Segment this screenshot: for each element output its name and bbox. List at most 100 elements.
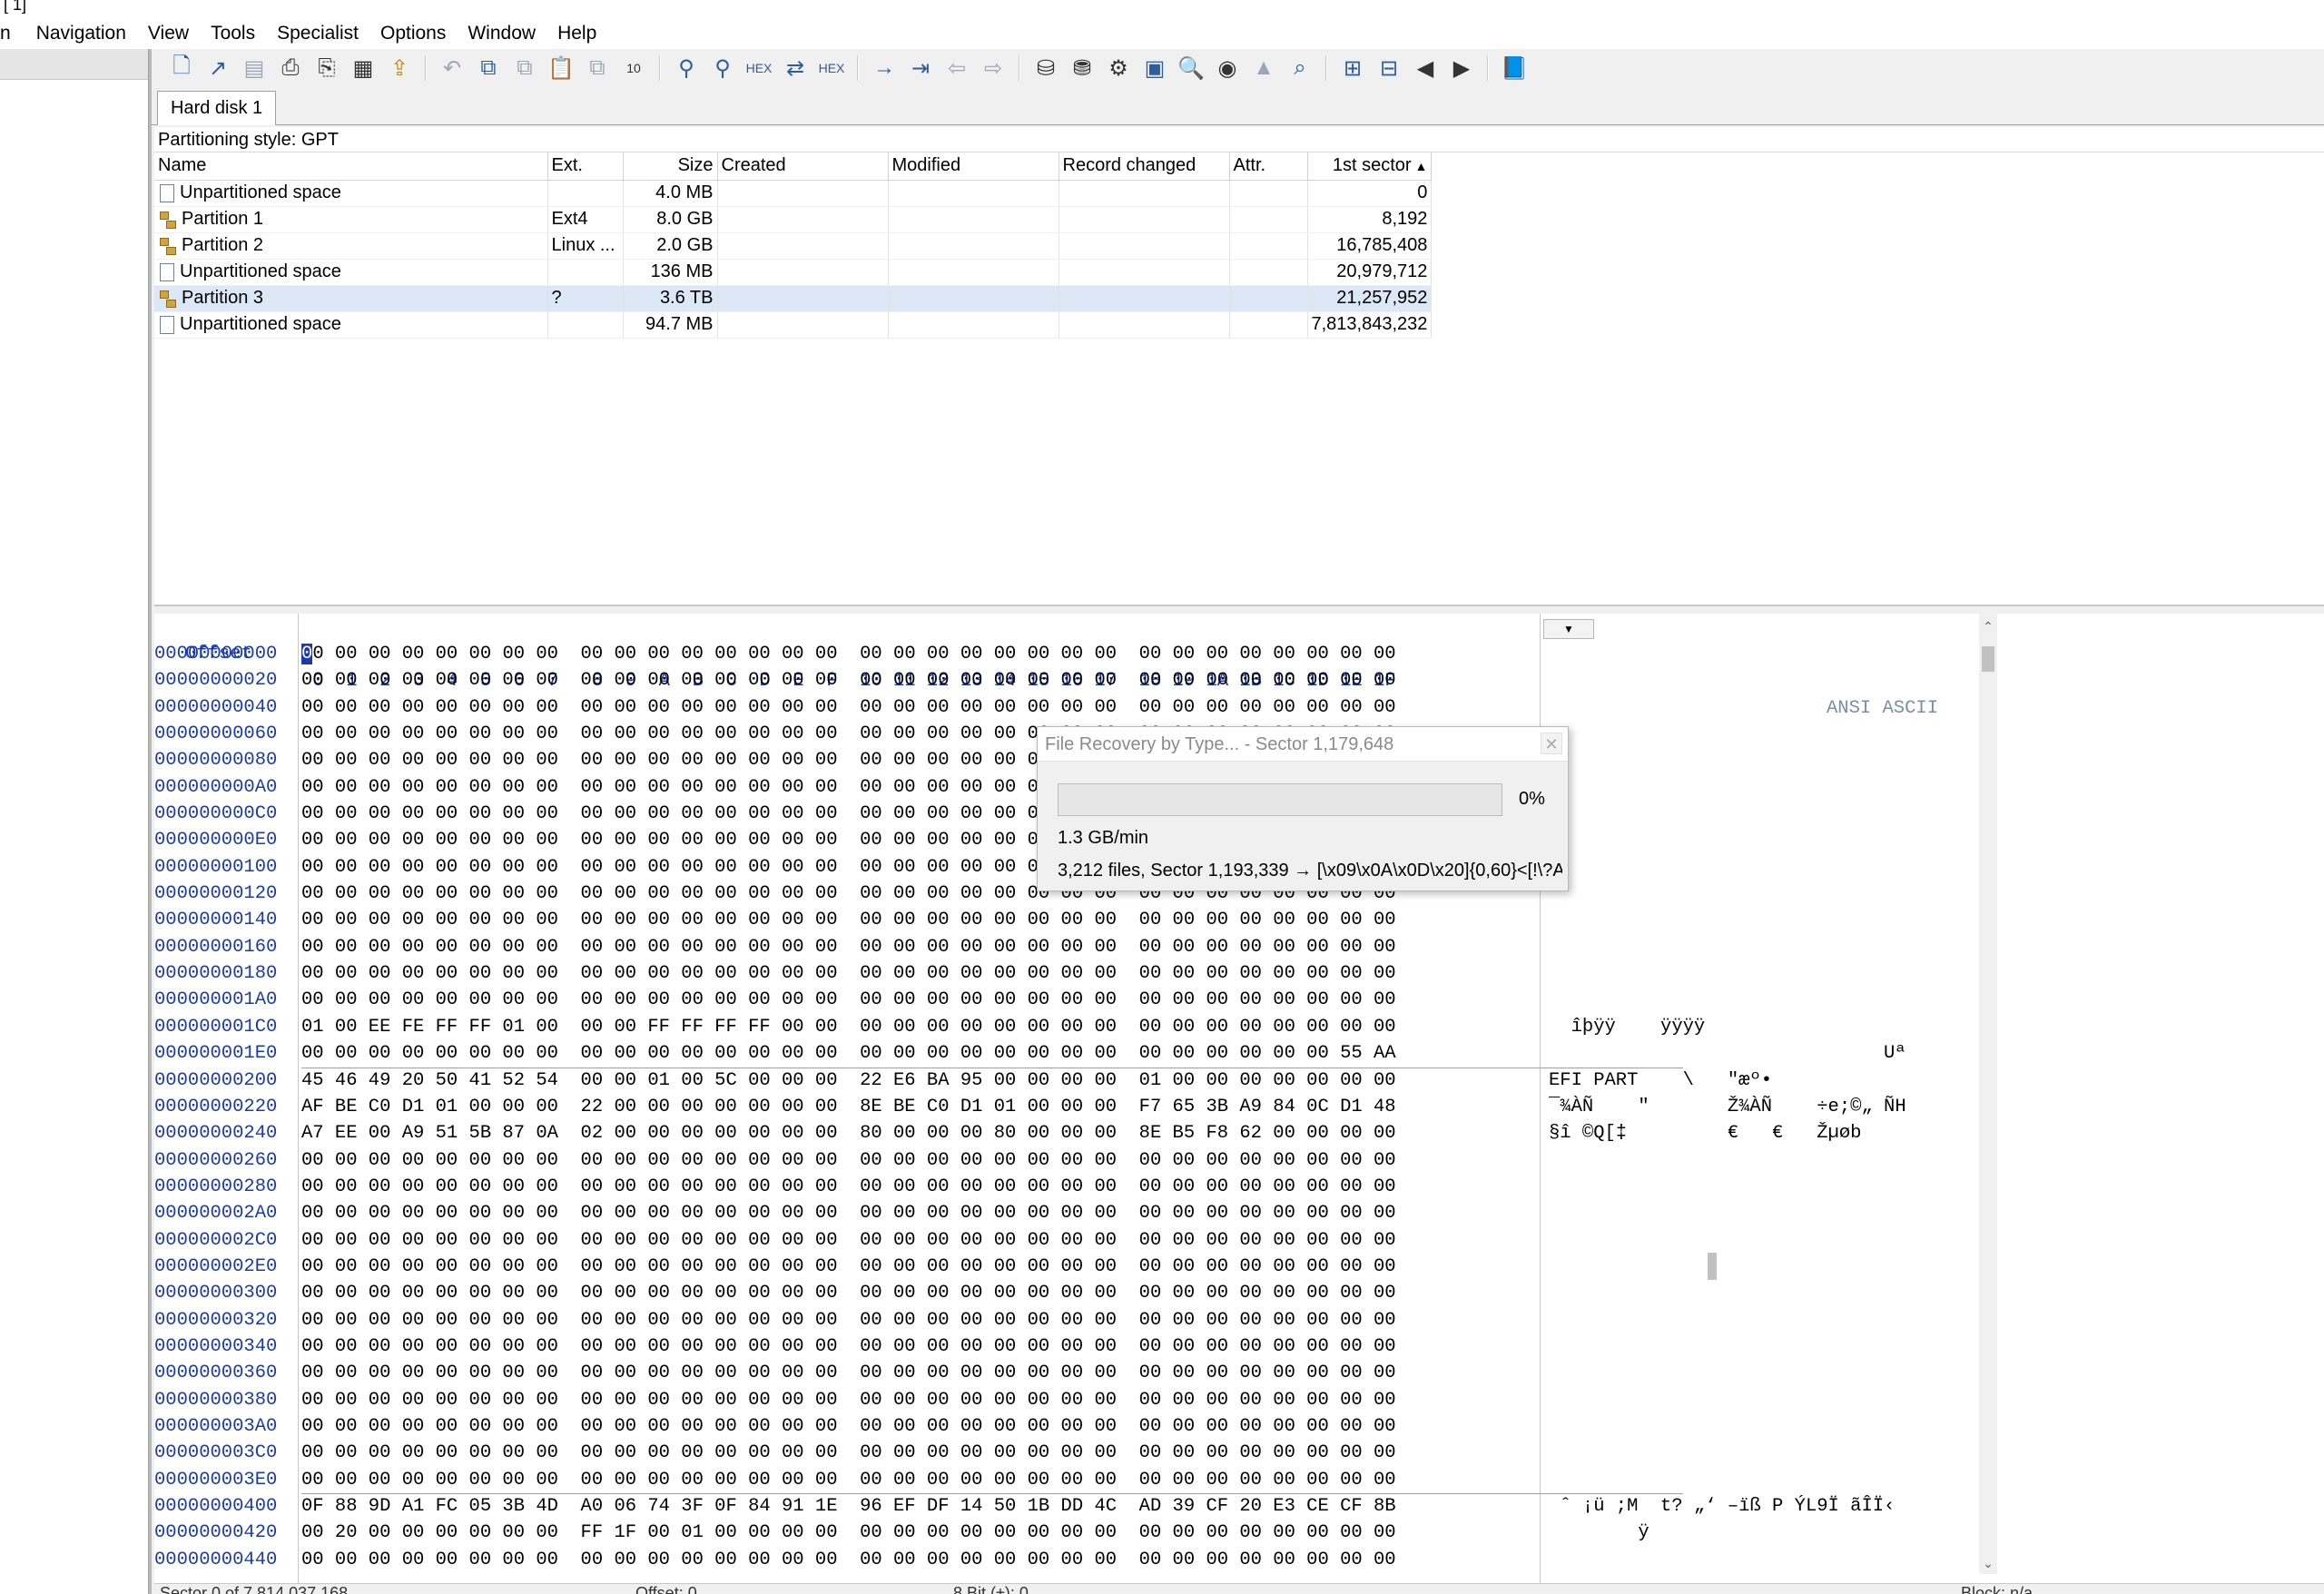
scroll-thumb[interactable] bbox=[1982, 646, 1994, 672]
hex-row-bytes[interactable]: 00 00 00 00 00 00 00 00 00 00 00 00 00 0… bbox=[301, 641, 1396, 667]
hex-row-text[interactable]: îþÿÿ ÿÿÿÿ bbox=[1549, 1014, 1706, 1040]
back-icon[interactable]: ⇦ bbox=[940, 53, 974, 84]
hex-row-text[interactable]: §î ©Q[‡ € € Žµøb bbox=[1549, 1120, 1861, 1146]
hex-row-bytes[interactable]: 00 00 00 00 00 00 00 00 00 00 00 00 00 0… bbox=[301, 1413, 1396, 1440]
menu-help[interactable]: Help bbox=[547, 18, 607, 49]
open-disk-icon-2[interactable]: ⛁ bbox=[1029, 53, 1063, 84]
menu-window[interactable]: Window bbox=[457, 18, 547, 49]
goto-sector-icon[interactable]: ⇥ bbox=[903, 53, 938, 84]
menu-file-fragment[interactable]: n bbox=[0, 18, 22, 49]
calculator-icon[interactable]: ▣ bbox=[1137, 53, 1172, 84]
hex-row-bytes[interactable]: 00 00 00 00 00 00 00 00 00 00 00 00 00 0… bbox=[301, 1280, 1396, 1306]
copy-sector-icon[interactable]: ⧉ bbox=[507, 53, 542, 84]
column-header-modified[interactable]: Modified bbox=[888, 153, 1059, 181]
replace-text-icon[interactable]: ⇄ bbox=[778, 53, 812, 84]
hex-row-bytes[interactable]: 00 00 00 00 00 00 00 00 00 00 00 00 00 0… bbox=[301, 1467, 1396, 1493]
hex-row-bytes[interactable]: AF BE C0 D1 01 00 00 00 22 00 00 00 00 0… bbox=[301, 1094, 1396, 1120]
hex-row-bytes[interactable]: 00 00 00 00 00 00 00 00 00 00 00 00 00 0… bbox=[301, 907, 1396, 933]
partition-row[interactable]: Unpartitioned space 4.0 MB 0 bbox=[154, 180, 1433, 207]
hex-row-text[interactable]: ˆ ¡ü ;M t? „‘ –ïß P ÝL­9Ï ãÎÏ‹ bbox=[1549, 1493, 1895, 1520]
partition-row[interactable]: Partition 3? 3.6 TB 21,257,952 bbox=[154, 285, 1433, 312]
hex-vertical-scrollbar[interactable]: ⌃ ⌄ bbox=[1979, 614, 1997, 1574]
hex-row-bytes[interactable]: 00 00 00 00 00 00 00 00 00 00 00 00 00 0… bbox=[301, 987, 1396, 1013]
text-encoding-dropdown[interactable]: ▼ bbox=[1543, 619, 1594, 639]
hex-cursor[interactable]: 0 bbox=[301, 644, 313, 664]
partition-row[interactable]: Unpartitioned space 94.7 MB 7,813,843,232 bbox=[154, 311, 1433, 339]
hex-row-bytes[interactable]: 00 00 00 00 00 00 00 00 00 00 00 00 00 0… bbox=[301, 1360, 1396, 1386]
gallery-icon[interactable]: ▲ bbox=[1246, 53, 1281, 84]
recovery-icon[interactable]: ◉ bbox=[1210, 53, 1245, 84]
hex-row-bytes[interactable]: 00 00 00 00 00 00 00 00 00 00 00 00 00 0… bbox=[301, 1440, 1396, 1466]
column-header-attr[interactable]: Attr. bbox=[1229, 153, 1308, 181]
hex-row-bytes[interactable]: 00 00 00 00 00 00 00 00 00 00 00 00 00 0… bbox=[301, 960, 1396, 987]
split-view-icon[interactable]: ⊟ bbox=[1372, 53, 1406, 84]
hex-row-bytes[interactable]: 00 00 00 00 00 00 00 00 00 00 00 00 00 0… bbox=[301, 1387, 1396, 1413]
hex-row-bytes[interactable]: 45 46 49 20 50 41 52 54 00 00 01 00 5C 0… bbox=[301, 1068, 1396, 1094]
explorer-icon[interactable]: ⌕ bbox=[1283, 53, 1317, 84]
menu-specialist[interactable]: Specialist bbox=[266, 18, 369, 49]
column-header-ext[interactable]: Ext. bbox=[547, 153, 624, 181]
hex-row-bytes[interactable]: 00 00 00 00 00 00 00 00 00 00 00 00 00 0… bbox=[301, 1307, 1396, 1333]
export-icon[interactable]: ⇪ bbox=[382, 53, 417, 84]
scroll-down-icon[interactable]: ⌄ bbox=[1979, 1554, 1997, 1572]
partition-row[interactable]: Partition 1 Ext4 8.0 GB 8,192 bbox=[154, 206, 1433, 233]
hex-row-bytes[interactable]: 00 20 00 00 00 00 00 00 FF 1F 00 01 00 0… bbox=[301, 1520, 1396, 1546]
hex-inner-scroll-thumb[interactable] bbox=[1708, 1253, 1717, 1280]
replace-hex-icon[interactable]: HEX bbox=[814, 53, 849, 84]
menu-view[interactable]: View bbox=[137, 18, 200, 49]
next-icon[interactable]: ▶ bbox=[1444, 53, 1479, 84]
paste-special-icon[interactable]: ⧉ bbox=[580, 53, 615, 84]
hex-row-text[interactable]: Uª bbox=[1549, 1040, 1906, 1067]
goto-offset-icon[interactable]: → bbox=[867, 53, 901, 84]
open-disk-icon[interactable]: ↗ bbox=[201, 53, 235, 84]
directory-browser-pane[interactable] bbox=[0, 49, 149, 1594]
hex-row-bytes[interactable]: 00 00 00 00 00 00 00 00 00 00 00 00 00 0… bbox=[301, 1174, 1396, 1200]
hex-row-text[interactable]: EFI PART \ "æº• bbox=[1549, 1068, 1772, 1094]
hex-row-bytes[interactable]: 00 00 00 00 00 00 00 00 00 00 00 00 00 0… bbox=[301, 1040, 1396, 1067]
hex-row-bytes[interactable]: 00 00 00 00 00 00 00 00 00 00 00 00 00 0… bbox=[301, 1147, 1396, 1174]
partition-row[interactable]: Unpartitioned space 136 MB 20,979,712 bbox=[154, 259, 1433, 286]
directory-browser-selected-item[interactable] bbox=[0, 49, 148, 80]
hex-row-text[interactable]: ÿ bbox=[1549, 1520, 1649, 1546]
find-icon[interactable]: ⚲ bbox=[669, 53, 704, 84]
disk-tools-icon[interactable]: ⚙ bbox=[1101, 53, 1136, 84]
close-icon[interactable]: ✕ bbox=[1541, 733, 1562, 754]
menu-tools[interactable]: Tools bbox=[200, 18, 266, 49]
prev-icon[interactable]: ◀ bbox=[1408, 53, 1443, 84]
find-text-icon[interactable]: ⚲ bbox=[705, 53, 740, 84]
hex-row-bytes[interactable]: 00 00 00 00 00 00 00 00 00 00 00 00 00 0… bbox=[301, 1547, 1396, 1573]
tab-hard-disk-1[interactable]: Hard disk 1 bbox=[157, 91, 277, 125]
data-interpret-icon[interactable]: 10 bbox=[616, 53, 651, 84]
partition-row[interactable]: Partition 2 Linux ... 2.0 GB 16,785,408 bbox=[154, 232, 1433, 260]
hex-row-bytes[interactable]: 00 00 00 00 00 00 00 00 00 00 00 00 00 0… bbox=[301, 934, 1396, 960]
hex-row-bytes[interactable]: 00 00 00 00 00 00 00 00 00 00 00 00 00 0… bbox=[301, 694, 1396, 721]
column-header-name[interactable]: Name bbox=[154, 153, 548, 181]
hex-row-bytes[interactable]: A7 EE 00 A9 51 5B 87 0A 02 00 00 00 00 0… bbox=[301, 1120, 1396, 1146]
hex-row-text[interactable]: ¯¾ÀÑ " Ž¾ÀÑ ÷e;©„ ÑH bbox=[1549, 1094, 1906, 1120]
properties-icon[interactable]: ▦ bbox=[346, 53, 380, 84]
hex-row-bytes[interactable]: 00 00 00 00 00 00 00 00 00 00 00 00 00 0… bbox=[301, 1227, 1396, 1254]
hex-row-bytes[interactable]: 00 00 00 00 00 00 00 00 00 00 00 00 00 0… bbox=[301, 1200, 1396, 1226]
column-header-created[interactable]: Created bbox=[717, 153, 889, 181]
menu-navigation[interactable]: Navigation bbox=[22, 18, 137, 49]
hex-view-icon[interactable]: ⊞ bbox=[1335, 53, 1370, 84]
menu-options[interactable]: Options bbox=[369, 18, 457, 49]
hex-row-bytes[interactable]: 00 00 00 00 00 00 00 00 00 00 00 00 00 0… bbox=[301, 1333, 1396, 1360]
print-icon[interactable]: ⎙ bbox=[273, 53, 308, 84]
help-book-icon[interactable]: 📘 bbox=[1497, 53, 1531, 84]
hex-row-bytes[interactable]: 00 00 00 00 00 00 00 00 00 00 00 00 00 0… bbox=[301, 1254, 1396, 1280]
paste-icon[interactable]: 📋 bbox=[544, 53, 578, 84]
clone-disk-icon[interactable]: ⛃ bbox=[1065, 53, 1099, 84]
hex-row-bytes[interactable]: 00 00 00 00 00 00 00 00 00 00 00 00 00 0… bbox=[301, 667, 1396, 694]
find-hex-icon[interactable]: HEX bbox=[742, 53, 776, 84]
hex-row-bytes[interactable]: 01 00 EE FE FF FF 01 00 00 00 FF FF FF F… bbox=[301, 1014, 1396, 1040]
column-header-record-changed[interactable]: Record changed bbox=[1059, 153, 1230, 181]
print-preview-icon[interactable]: ⎘ bbox=[310, 53, 344, 84]
forward-icon[interactable]: ⇨ bbox=[976, 53, 1010, 84]
hex-row-bytes[interactable]: 0F 88 9D A1 FC 05 3B 4D A0 06 74 3F 0F 8… bbox=[301, 1493, 1396, 1520]
save-icon[interactable]: ▤ bbox=[237, 53, 271, 84]
copy-icon[interactable]: ⧉ bbox=[471, 53, 506, 84]
new-file-icon[interactable]: 🗋 bbox=[164, 53, 199, 84]
column-header-first-sector[interactable]: 1st sector ▲ bbox=[1307, 153, 1433, 181]
scroll-up-icon[interactable]: ⌃ bbox=[1979, 617, 1997, 635]
